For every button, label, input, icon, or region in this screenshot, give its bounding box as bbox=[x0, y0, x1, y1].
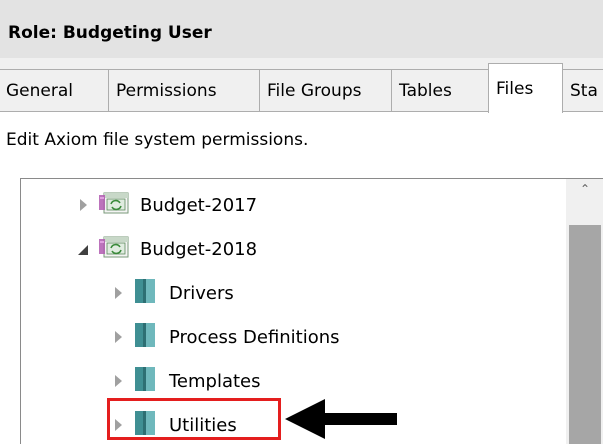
dialog-title-bar: Role: Budgeting User bbox=[0, 0, 603, 59]
tab-status[interactable]: Sta bbox=[562, 69, 603, 111]
tab-strip: General Permissions File Groups Tables F… bbox=[0, 58, 603, 113]
file-group-icon bbox=[98, 190, 130, 220]
file-group-icon bbox=[98, 234, 130, 264]
tab-label: Sta bbox=[570, 80, 598, 101]
expand-triangle-icon[interactable] bbox=[111, 330, 125, 344]
tree-node-label: Process Definitions bbox=[169, 326, 340, 348]
expand-triangle-icon[interactable] bbox=[76, 198, 90, 212]
tab-files[interactable]: Files bbox=[488, 63, 563, 113]
tree-node-label: Drivers bbox=[169, 282, 234, 304]
highlight-box bbox=[107, 398, 281, 440]
expand-triangle-icon[interactable] bbox=[111, 286, 125, 300]
scrollbar-thumb[interactable] bbox=[569, 225, 601, 444]
folder-icon bbox=[133, 321, 159, 353]
tab-file-groups[interactable]: File Groups bbox=[259, 69, 392, 111]
tab-permissions[interactable]: Permissions bbox=[108, 69, 260, 111]
tree-node-label: Budget-2018 bbox=[140, 238, 258, 260]
tree-node-drivers[interactable]: Drivers bbox=[111, 275, 234, 311]
tree-node-templates[interactable]: Templates bbox=[111, 363, 261, 399]
tab-label: Permissions bbox=[116, 80, 217, 101]
tab-label: Files bbox=[496, 78, 534, 99]
tab-tables[interactable]: Tables bbox=[391, 69, 489, 111]
scroll-up-icon[interactable]: ⌃ bbox=[566, 179, 603, 219]
panel-description: Edit Axiom file system permissions. bbox=[6, 130, 309, 150]
tab-general[interactable]: General bbox=[0, 69, 109, 111]
folder-icon bbox=[133, 365, 159, 397]
tab-label: General bbox=[6, 80, 73, 101]
pointer-arrow-icon bbox=[285, 399, 397, 439]
tree-node-budget-2017[interactable]: Budget-2017 bbox=[76, 187, 257, 223]
dialog-title: Role: Budgeting User bbox=[8, 23, 212, 43]
tree-scrollbar[interactable]: ⌃ bbox=[566, 179, 603, 444]
folder-icon bbox=[133, 277, 159, 309]
collapse-triangle-icon[interactable] bbox=[76, 242, 90, 256]
tab-label: File Groups bbox=[267, 80, 362, 101]
tree-node-budget-2018[interactable]: Budget-2018 bbox=[76, 231, 257, 267]
tab-label: Tables bbox=[399, 80, 452, 101]
tree-node-label: Budget-2017 bbox=[140, 194, 258, 216]
expand-triangle-icon[interactable] bbox=[111, 374, 125, 388]
tree-node-process-definitions[interactable]: Process Definitions bbox=[111, 319, 340, 355]
tree-node-label: Templates bbox=[169, 370, 261, 392]
